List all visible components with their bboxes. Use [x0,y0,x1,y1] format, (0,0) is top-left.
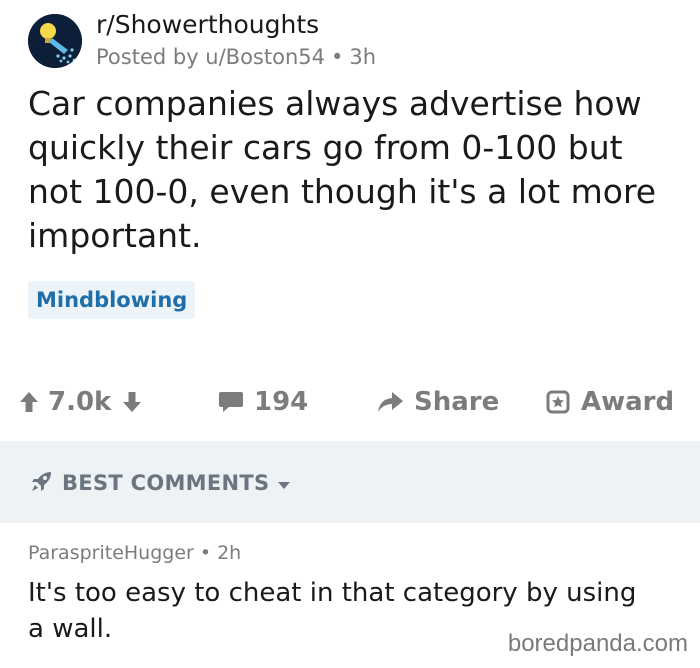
post-card: r/Showerthoughts Posted by u/Boston54 • 3h… [0,0,700,440]
award-button[interactable]: Award [545,380,674,424]
share-label: Share [414,387,500,417]
award-label: Award [581,387,675,417]
comment-author[interactable]: ParaspriteHugger [28,542,194,564]
comment-sort-dropdown[interactable]: BEST COMMENTS [30,468,291,498]
lightbulb-shower-icon [28,14,82,68]
comment-bubble-icon [218,390,244,414]
post-author[interactable]: Posted by u/Boston54 [96,45,325,69]
chevron-down-icon [277,471,291,495]
downvote-arrow-icon[interactable] [121,390,143,414]
vote-count: 7.0k [48,387,112,417]
post-title[interactable]: Car companies always advertise how quick… [28,82,678,258]
sort-label: BEST COMMENTS [62,471,270,495]
subreddit-name[interactable]: r/Showerthoughts [96,10,376,40]
comment-age: 2h [217,542,242,564]
meta-separator: • [331,45,344,69]
post-header: r/Showerthoughts Posted by u/Boston54 • 3h [28,6,376,76]
upvote-arrow-icon[interactable] [18,390,40,414]
comments-button[interactable]: 194 [218,380,308,424]
post-age: 3h [349,45,377,69]
comment-sort-bar: BEST COMMENTS [0,441,700,523]
post-flair[interactable]: Mindblowing [28,281,196,319]
comments-count: 194 [254,387,309,417]
subreddit-avatar[interactable] [28,14,82,68]
award-icon [545,389,571,415]
share-button[interactable]: Share [376,380,499,424]
rocket-icon [30,469,54,498]
watermark: boredpanda.com [507,630,688,657]
comment-meta: ParaspriteHugger • 2h [28,539,241,567]
comment-meta-separator: • [199,542,212,564]
post-action-bar: 7.0k 194 Share Award [0,380,700,424]
vote-group: 7.0k [18,380,143,424]
share-arrow-icon [376,390,404,414]
post-meta: Posted by u/Boston54 • 3h [96,42,376,72]
